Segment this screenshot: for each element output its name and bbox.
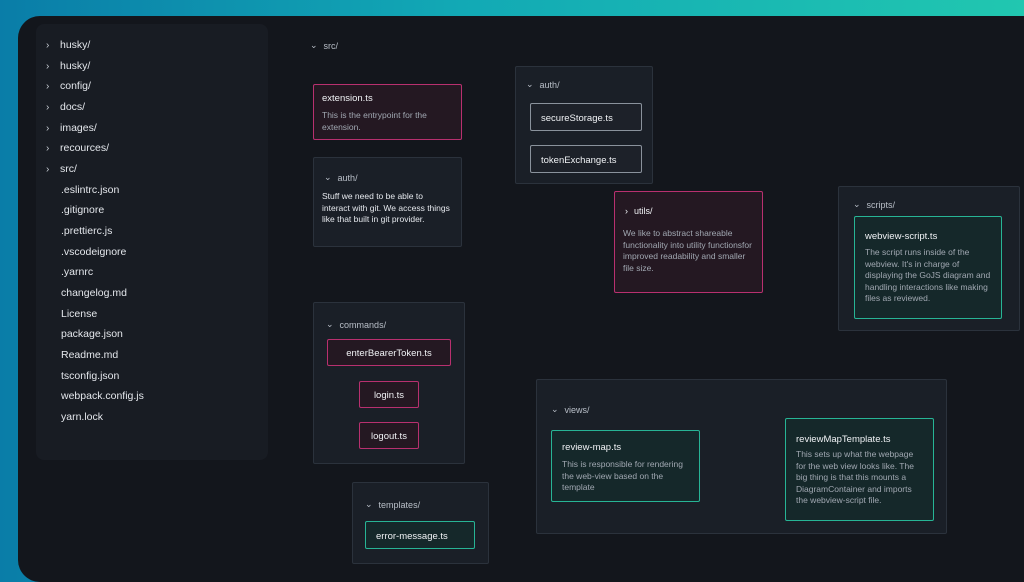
chevron-down-icon: ⌄ — [326, 319, 334, 329]
utils-node[interactable]: › utils/ We like to abstract shareable fu… — [614, 191, 763, 293]
chevron-right-icon: › — [46, 60, 50, 72]
logout-node[interactable]: logout.ts — [359, 422, 419, 449]
tree-file[interactable]: License — [61, 306, 97, 322]
chevron-right-icon: › — [46, 101, 50, 113]
review-map-template-node[interactable]: reviewMapTemplate.ts This sets up what t… — [785, 418, 934, 521]
tree-file[interactable]: .gitignore — [61, 202, 104, 218]
secure-storage-node[interactable]: secureStorage.ts — [530, 103, 642, 131]
chevron-right-icon: › — [625, 206, 628, 216]
src-folder-label[interactable]: ⌄ src/ — [310, 40, 338, 51]
chevron-right-icon: › — [46, 163, 50, 175]
tree-folder[interactable]: › src/ — [46, 161, 77, 177]
tree-file[interactable]: tsconfig.json — [61, 368, 119, 384]
tree-file[interactable]: .prettierc.js — [61, 223, 112, 239]
file-tree-sidebar: › husky/ › husky/ › config/ › docs/ › images/… — [36, 24, 268, 460]
tree-file[interactable]: Readme.md — [61, 347, 118, 363]
chevron-down-icon: ⌄ — [526, 79, 534, 89]
chevron-down-icon: ⌄ — [853, 199, 861, 209]
login-node[interactable]: login.ts — [359, 381, 419, 408]
enter-bearer-token-node[interactable]: enterBearerToken.ts — [327, 339, 451, 366]
review-map-node[interactable]: review-map.ts This is responsible for re… — [551, 430, 700, 502]
tree-folder[interactable]: › recources/ — [46, 140, 109, 156]
auth-info-node[interactable]: ⌄ auth/ Stuff we need to be able to inter… — [313, 157, 462, 247]
chevron-down-icon: ⌄ — [551, 404, 559, 414]
tree-file[interactable]: changelog.md — [61, 285, 127, 301]
tree-file[interactable]: .yarnrc — [61, 264, 93, 280]
webview-script-node[interactable]: webview-script.ts The script runs inside… — [854, 216, 1002, 319]
token-exchange-node[interactable]: tokenExchange.ts — [530, 145, 642, 173]
chevron-down-icon: ⌄ — [324, 172, 332, 182]
tree-file[interactable]: .eslintrc.json — [61, 182, 119, 198]
auth-group: ⌄ auth/ secureStorage.ts tokenExchange.ts — [515, 66, 653, 184]
chevron-down-icon: ⌄ — [365, 499, 373, 509]
chevron-right-icon: › — [46, 80, 50, 92]
tree-file[interactable]: yarn.lock — [61, 409, 103, 425]
error-message-node[interactable]: error-message.ts — [365, 521, 475, 549]
chevron-right-icon: › — [46, 39, 50, 51]
extension-node[interactable]: extension.ts This is the entrypoint for … — [313, 84, 462, 140]
tree-file[interactable]: webpack.config.js — [61, 388, 144, 404]
tree-folder[interactable]: › docs/ — [46, 99, 85, 115]
commands-group: ⌄ commands/ enterBearerToken.ts login.ts … — [313, 302, 465, 464]
chevron-down-icon: ⌄ — [310, 40, 318, 50]
tree-folder[interactable]: › husky/ — [46, 58, 90, 74]
tree-folder[interactable]: › husky/ — [46, 37, 90, 53]
scripts-group: ⌄ scripts/ webview-script.ts The script r… — [838, 186, 1020, 331]
chevron-right-icon: › — [46, 142, 50, 154]
templates-group: ⌄ templates/ error-message.ts — [352, 482, 489, 564]
tree-file[interactable]: package.json — [61, 326, 123, 342]
views-group: ⌄ views/ review-map.ts This is responsibl… — [536, 379, 947, 534]
app-window: › husky/ › husky/ › config/ › docs/ › images/… — [18, 16, 1024, 582]
tree-file[interactable]: .vscodeignore — [61, 244, 126, 260]
tree-folder[interactable]: › config/ — [46, 78, 91, 94]
tree-folder[interactable]: › images/ — [46, 120, 97, 136]
chevron-right-icon: › — [46, 122, 50, 134]
